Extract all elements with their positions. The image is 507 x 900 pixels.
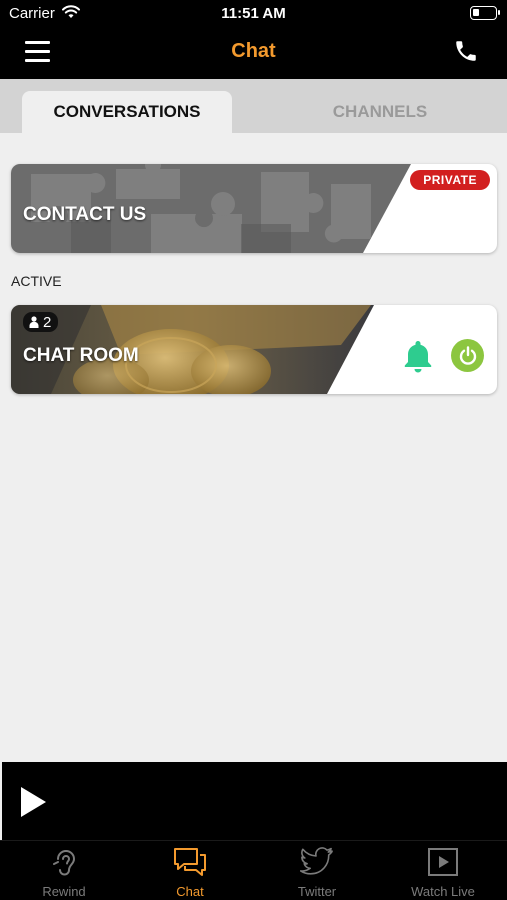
tab-channels[interactable]: CHANNELS xyxy=(253,91,507,133)
nav-chat-label: Chat xyxy=(176,884,204,899)
person-icon xyxy=(29,316,39,328)
chat-room-card[interactable]: 2 CHAT ROOM xyxy=(11,305,497,394)
member-count-badge: 2 xyxy=(23,312,59,332)
nav-rewind-label: Rewind xyxy=(42,884,86,899)
nav-twitter[interactable]: Twitter xyxy=(254,841,380,900)
phone-icon[interactable] xyxy=(453,38,479,64)
nav-watch-live-label: Watch Live xyxy=(411,884,475,899)
twitter-bird-icon xyxy=(300,847,333,875)
nav-twitter-label: Twitter xyxy=(297,884,337,899)
audio-player-bar xyxy=(2,762,507,840)
page-title: Chat xyxy=(231,40,276,62)
tab-conversations[interactable]: CONVERSATIONS xyxy=(22,91,232,133)
chat-room-title: CHAT ROOM xyxy=(23,345,139,366)
chat-bubbles-icon xyxy=(174,848,206,876)
contact-us-card[interactable]: CONTACT US PRIVATE xyxy=(11,164,497,253)
power-button[interactable] xyxy=(451,339,484,372)
battery-icon xyxy=(470,6,500,20)
top-bar: Carrier 11:51 AM Chat xyxy=(0,0,507,79)
member-count: 2 xyxy=(43,313,52,331)
bottom-nav: Rewind Chat Twitter Watch Live xyxy=(0,840,507,900)
video-play-icon xyxy=(428,848,458,876)
private-badge: PRIVATE xyxy=(410,170,490,190)
play-icon[interactable] xyxy=(19,786,47,818)
active-section-label: ACTIVE xyxy=(11,273,62,289)
contact-us-title: CONTACT US xyxy=(23,204,147,225)
ear-icon xyxy=(53,850,76,876)
status-bar: Carrier 11:51 AM xyxy=(0,0,507,28)
status-time: 11:51 AM xyxy=(221,5,286,22)
power-icon xyxy=(459,345,476,365)
nav-chat[interactable]: Chat xyxy=(127,841,253,900)
bell-icon[interactable] xyxy=(403,339,433,373)
nav-rewind[interactable]: Rewind xyxy=(1,841,127,900)
tab-bar: CONVERSATIONS CHANNELS xyxy=(0,79,507,133)
nav-watch-live[interactable]: Watch Live xyxy=(380,841,506,900)
